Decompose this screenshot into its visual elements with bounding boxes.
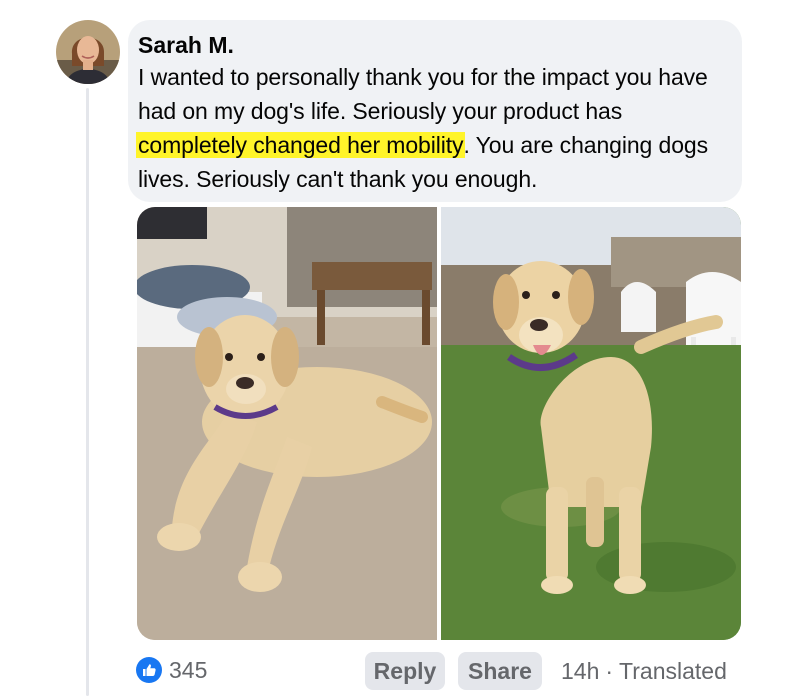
dog-lying-indoors-photo[interactable]: [137, 207, 437, 640]
comment-author[interactable]: Sarah M.: [138, 30, 730, 60]
dog-standing-outdoors-photo[interactable]: [441, 207, 741, 640]
comment-text-start: I wanted to personally thank you for the…: [138, 64, 708, 124]
photo-gallery: [137, 207, 741, 640]
avatar[interactable]: [56, 20, 120, 84]
reply-button[interactable]: Reply: [365, 652, 445, 690]
share-button[interactable]: Share: [458, 652, 542, 690]
reactions-summary[interactable]: 345: [136, 650, 207, 690]
meta-separator: ·: [605, 657, 614, 684]
comment-bubble: Sarah M. I wanted to personally thank yo…: [128, 20, 742, 202]
like-count: 345: [169, 656, 208, 683]
comment-text: I wanted to personally thank you for the…: [136, 60, 730, 196]
like-icon: [136, 657, 162, 683]
comment-meta: 14h · Translated: [561, 652, 727, 690]
timestamp[interactable]: 14h: [561, 658, 599, 685]
translated-link[interactable]: Translated: [619, 658, 727, 685]
highlighted-phrase: completely changed her mobility: [136, 132, 466, 158]
thread-line: [86, 88, 89, 696]
